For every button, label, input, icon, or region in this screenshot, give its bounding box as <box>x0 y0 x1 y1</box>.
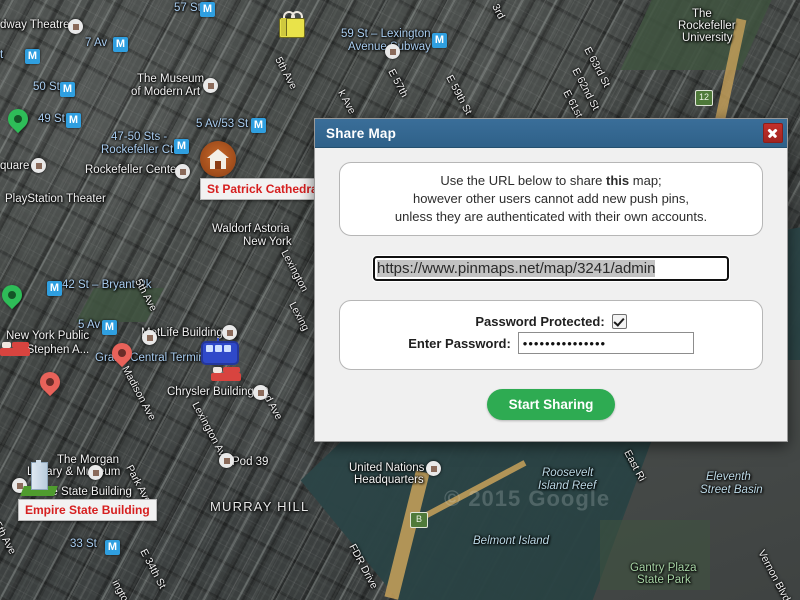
poi-marker-icon[interactable] <box>31 158 46 173</box>
map-label: MURRAY HILL <box>210 499 310 514</box>
map-label: Headquarters <box>354 474 424 486</box>
poi-marker-icon[interactable] <box>253 385 268 400</box>
map-place-callout: St Patrick Cathedral <box>200 178 329 200</box>
subway-station-icon[interactable]: M <box>174 139 189 154</box>
map-label: 59 St – Lexington <box>341 28 431 40</box>
password-protected-label: Password Protected: <box>475 314 605 329</box>
map-label: Rockefeller Center <box>85 164 181 176</box>
map-label: PlayStation Theater <box>5 193 106 205</box>
close-icon[interactable] <box>763 123 783 143</box>
map-pushpin[interactable] <box>3 104 33 137</box>
map-label: Chrysler Building <box>167 386 254 398</box>
notice-line3: unless they are authenticated with their… <box>394 209 708 224</box>
subway-station-icon[interactable]: M <box>66 113 81 128</box>
highway-shield-icon: 12 <box>695 90 713 106</box>
subway-station-icon[interactable]: M <box>105 540 120 555</box>
map-label: Rockefeller Ctr <box>101 144 178 156</box>
notice-line1-post: map; <box>629 173 662 188</box>
start-sharing-button[interactable]: Start Sharing <box>486 389 616 420</box>
map-label: quare <box>0 160 30 172</box>
share-url-input[interactable] <box>372 255 730 282</box>
map-label: Waldorf Astoria <box>212 223 290 235</box>
map-label: of Modern Art <box>131 86 201 98</box>
map-label: 33 St <box>70 538 97 550</box>
map-pushpin[interactable] <box>0 280 27 313</box>
subway-station-icon[interactable]: M <box>47 281 62 296</box>
map-label: Street Basin <box>700 484 763 496</box>
subway-station-icon[interactable]: M <box>102 320 117 335</box>
subway-station-icon[interactable]: M <box>200 2 215 17</box>
map-label: t <box>0 49 4 61</box>
notice-line2: however other users cannot add new push … <box>412 191 690 206</box>
map-place-callout: Empire State Building <box>18 499 157 521</box>
map-label: The Museum <box>137 73 205 85</box>
train-station-icon <box>201 338 239 365</box>
poi-marker-icon[interactable] <box>68 19 83 34</box>
app-root: © 2015 Google 57 St dway Theatre 7 Av t 59 S… <box>0 0 800 600</box>
dialog-action-row: Start Sharing <box>339 389 763 420</box>
map-label: 7 Av <box>85 37 108 49</box>
map-label: New York <box>243 236 292 248</box>
share-map-dialog: Share Map Use the URL below to share thi… <box>314 118 788 442</box>
map-label: 57 St <box>174 2 201 14</box>
poi-marker-icon[interactable] <box>426 461 441 476</box>
poi-marker-icon[interactable] <box>203 78 218 93</box>
dialog-title-bar: Share Map <box>315 119 787 148</box>
password-input[interactable] <box>517 332 694 354</box>
poi-marker-icon[interactable] <box>385 44 400 59</box>
map-label: ire State Building <box>45 486 132 498</box>
subway-station-icon[interactable]: M <box>251 118 266 133</box>
empire-state-building-icon[interactable] <box>20 460 58 496</box>
poi-marker-icon[interactable] <box>142 330 157 345</box>
notice-line1-emphasis: this <box>606 173 630 188</box>
subway-station-icon[interactable]: M <box>60 82 75 97</box>
password-panel: Password Protected: Enter Password: <box>339 300 763 370</box>
shopping-bag-icon <box>277 11 305 38</box>
map-label: Roosevelt <box>542 467 594 479</box>
map-label: dway Theatre <box>0 19 70 31</box>
highway-shield-icon: B <box>410 512 428 528</box>
map-label: 50 St <box>33 81 60 93</box>
subway-station-icon[interactable]: M <box>432 33 447 48</box>
map-label: 49 St <box>38 113 65 125</box>
subway-station-icon[interactable]: M <box>25 49 40 64</box>
enter-password-row: Enter Password: <box>354 332 748 354</box>
map-label: Island Reef <box>538 480 597 492</box>
hotel-bed-icon-chrysler <box>211 365 241 381</box>
map-pushpin[interactable] <box>35 367 65 400</box>
map-label: Belmont Island <box>473 535 550 547</box>
password-protected-checkbox[interactable] <box>611 314 627 329</box>
church-home-icon[interactable] <box>200 141 236 177</box>
hotel-bed-icon-library <box>0 340 30 356</box>
poi-marker-icon[interactable] <box>219 453 234 468</box>
subway-station-icon[interactable]: M <box>113 37 128 52</box>
map-label: 47-50 Sts - <box>111 131 168 143</box>
map-label: State Park <box>637 574 691 586</box>
map-label: 5 Av/53 St <box>196 118 249 130</box>
notice-line1-pre: Use the URL below to share <box>440 173 607 188</box>
share-notice-panel: Use the URL below to share this map; how… <box>339 162 763 236</box>
dialog-body: Use the URL below to share this map; how… <box>315 148 787 420</box>
poi-marker-icon[interactable] <box>175 164 190 179</box>
map-label: Pod 39 <box>232 456 269 468</box>
password-protected-row: Password Protected: <box>354 314 748 329</box>
map-pushpin[interactable] <box>107 338 137 371</box>
share-url-row <box>339 255 763 282</box>
map-label: Eleventh <box>706 471 751 483</box>
enter-password-label: Enter Password: <box>408 335 511 351</box>
poi-marker-icon[interactable] <box>88 465 103 480</box>
dialog-title: Share Map <box>326 125 397 141</box>
map-label: University <box>682 32 733 44</box>
